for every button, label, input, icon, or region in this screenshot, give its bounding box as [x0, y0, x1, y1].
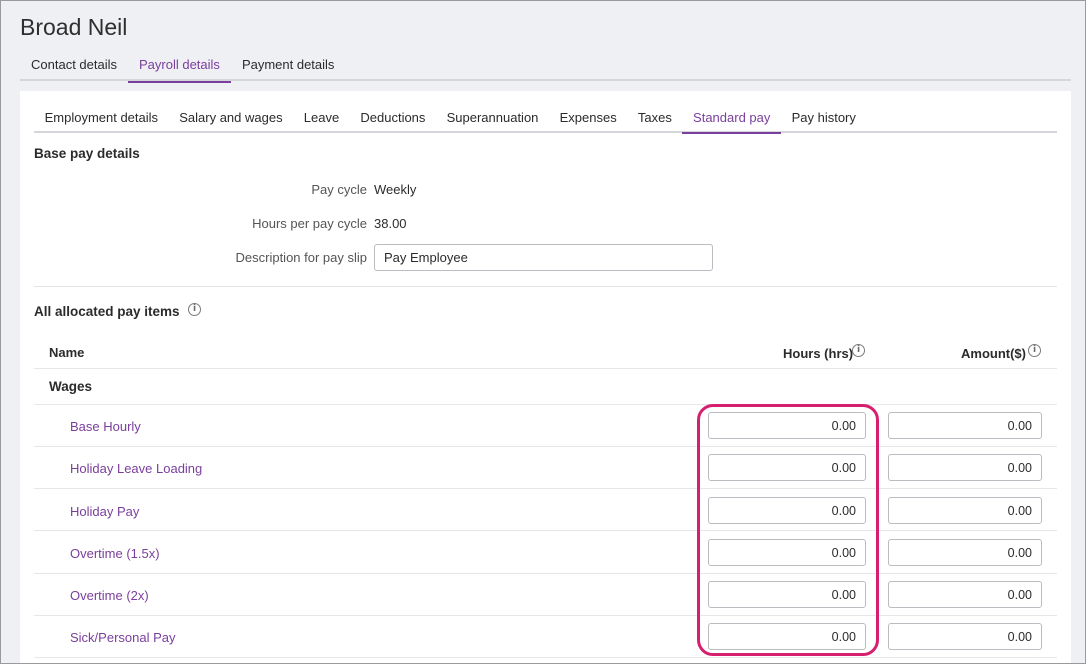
hours-input-holiday-pay[interactable]	[708, 497, 866, 524]
hours-input-overtime-1-5x[interactable]	[708, 539, 866, 566]
row-divider	[34, 573, 1057, 574]
info-icon[interactable]: i	[852, 344, 865, 357]
column-name: Name	[49, 345, 85, 360]
tab-leave[interactable]: Leave	[293, 104, 350, 132]
tab-standard-pay[interactable]: Standard pay	[682, 104, 781, 134]
row-divider	[34, 615, 1057, 616]
section-divider	[34, 286, 1057, 287]
tab-contact-details[interactable]: Contact details	[20, 51, 128, 81]
row-divider	[34, 530, 1057, 531]
top-tab-bar: Contact details Payroll details Payment …	[20, 51, 1071, 83]
tab-taxes[interactable]: Taxes	[627, 104, 682, 132]
amount-input-base-hourly[interactable]	[888, 412, 1042, 439]
hours-input-holiday-leave-loading[interactable]	[708, 454, 866, 481]
tab-employment-details[interactable]: Employment details	[34, 104, 169, 132]
tab-payment-details[interactable]: Payment details	[231, 51, 346, 81]
row-divider	[34, 488, 1057, 489]
tab-salary-and-wages[interactable]: Salary and wages	[169, 104, 294, 132]
description-input[interactable]	[374, 244, 713, 271]
pay-cycle-value: Weekly	[374, 182, 417, 197]
pay-item-base-hourly[interactable]: Base Hourly	[70, 419, 141, 434]
column-hours: Hours (hrs)	[783, 346, 854, 361]
hours-input-sick-personal-pay[interactable]	[708, 623, 866, 650]
tab-deductions[interactable]: Deductions	[350, 104, 436, 132]
row-divider	[34, 404, 1057, 405]
payroll-card: Employment details Salary and wages Leav…	[20, 91, 1071, 664]
amount-input-holiday-pay[interactable]	[888, 497, 1042, 524]
info-icon[interactable]: i	[188, 303, 201, 316]
row-divider	[34, 446, 1057, 447]
column-amount: Amount($)	[961, 346, 1026, 361]
amount-input-holiday-leave-loading[interactable]	[888, 454, 1042, 481]
tab-superannuation[interactable]: Superannuation	[436, 104, 549, 132]
amount-input-overtime-1-5x[interactable]	[888, 539, 1042, 566]
tab-pay-history[interactable]: Pay history	[781, 104, 867, 132]
description-label: Description for pay slip	[235, 250, 368, 265]
pay-item-holiday-pay[interactable]: Holiday Pay	[70, 504, 139, 519]
pay-item-overtime-2x[interactable]: Overtime (2x)	[70, 588, 149, 603]
hours-input-overtime-2x[interactable]	[708, 581, 866, 608]
pay-item-overtime-1-5x[interactable]: Overtime (1.5x)	[70, 546, 160, 561]
amount-input-sick-personal-pay[interactable]	[888, 623, 1042, 650]
hours-per-cycle-label: Hours per pay cycle	[252, 216, 367, 231]
header-divider	[34, 368, 1057, 369]
group-wages: Wages	[49, 379, 93, 394]
base-pay-title: Base pay details	[34, 146, 140, 161]
page-title: Broad Neil	[20, 14, 128, 40]
sub-tab-bar: Employment details Salary and wages Leav…	[34, 104, 1057, 134]
row-divider	[34, 657, 1057, 658]
info-icon[interactable]: i	[1028, 344, 1041, 357]
amount-input-overtime-2x[interactable]	[888, 581, 1042, 608]
tab-expenses[interactable]: Expenses	[549, 104, 627, 132]
pay-cycle-label: Pay cycle	[311, 182, 367, 197]
pay-items-title: All allocated pay items	[34, 304, 180, 319]
tab-payroll-details[interactable]: Payroll details	[128, 51, 231, 83]
pay-item-holiday-leave-loading[interactable]: Holiday Leave Loading	[70, 461, 202, 476]
hours-input-base-hourly[interactable]	[708, 412, 866, 439]
hours-per-cycle-value: 38.00	[374, 216, 407, 231]
pay-item-sick-personal-pay[interactable]: Sick/Personal Pay	[70, 630, 176, 645]
